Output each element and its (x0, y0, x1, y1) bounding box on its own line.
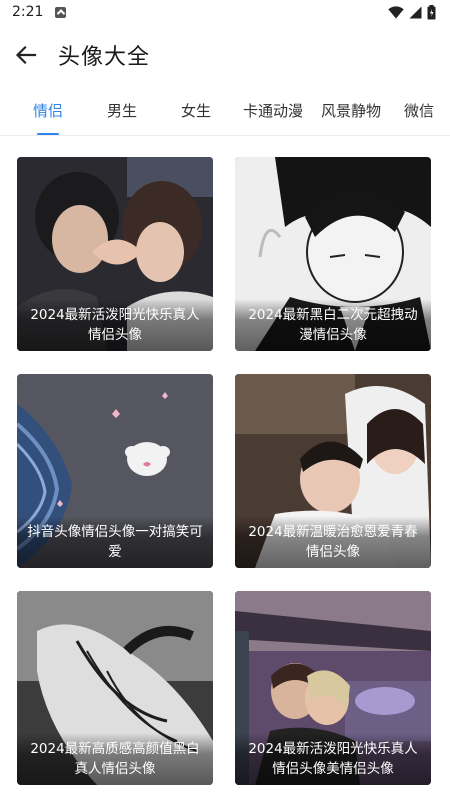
card-caption: 2024最新黑白二次元超拽动漫情侣头像 (235, 299, 431, 351)
status-left: 2:21 (12, 4, 67, 20)
tab-label: 男生 (106, 102, 137, 120)
tab-scenery-still-life[interactable]: 风景静物 (302, 86, 400, 135)
card-caption: 抖音头像情侣头像一对搞笑可爱 (17, 516, 213, 568)
tab-couple[interactable]: 情侣 (0, 86, 96, 135)
tab-label: 卡通动漫 (243, 102, 304, 120)
avatar-card[interactable]: 2024最新高质感高颜值黑白真人情侣头像 (17, 591, 213, 785)
tab-boys[interactable]: 男生 (96, 86, 148, 135)
arrow-left-icon (15, 45, 37, 65)
tab-label: 女生 (180, 102, 211, 120)
tab-girls[interactable]: 女生 (148, 86, 244, 135)
tab-wechat[interactable]: 微信 (400, 86, 450, 135)
avatar-card[interactable]: 2024最新活泼阳光快乐真人情侣头像美情侣头像 (235, 591, 431, 785)
tab-label: 微信 (404, 102, 435, 120)
tab-cartoon-anime[interactable]: 卡通动漫 (243, 86, 304, 135)
avatar-card[interactable]: 2024最新温暖治愈恩爱青春情侣头像 (235, 374, 431, 568)
card-caption: 2024最新温暖治愈恩爱青春情侣头像 (235, 516, 431, 568)
back-button[interactable] (2, 31, 50, 79)
tab-label: 情侣 (32, 102, 63, 120)
category-tabs: 情侣 男生 女生 卡通动漫 风景静物 微信 (0, 86, 450, 136)
card-caption: 2024最新活泼阳光快乐真人情侣头像美情侣头像 (235, 733, 431, 785)
card-caption: 2024最新活泼阳光快乐真人情侣头像 (17, 299, 213, 351)
avatar-card[interactable]: 2024最新黑白二次元超拽动漫情侣头像 (235, 157, 431, 351)
notification-icon (55, 6, 67, 18)
status-bar: 2:21 (0, 0, 450, 24)
card-caption: 2024最新高质感高颜值黑白真人情侣头像 (17, 733, 213, 785)
signal-icon (409, 6, 422, 18)
avatar-card[interactable]: 抖音头像情侣头像一对搞笑可爱 (17, 374, 213, 568)
status-time: 2:21 (12, 4, 44, 20)
status-right (388, 4, 436, 20)
page-title: 头像大全 (58, 45, 151, 70)
avatar-card[interactable]: 2024最新活泼阳光快乐真人情侣头像 (17, 157, 213, 351)
app-bar: 头像大全 (0, 24, 450, 86)
screen: 2:21 头像大全 情侣 男生 女生 卡通动漫 风景静物 微信 2024最新活泼… (0, 0, 450, 800)
tab-label: 风景静物 (320, 102, 381, 120)
avatar-grid: 2024最新活泼阳光快乐真人情侣头像 2024最新黑白二次元超拽动漫情侣头像 抖… (17, 157, 433, 785)
wifi-icon (388, 5, 404, 18)
battery-icon (427, 4, 436, 19)
